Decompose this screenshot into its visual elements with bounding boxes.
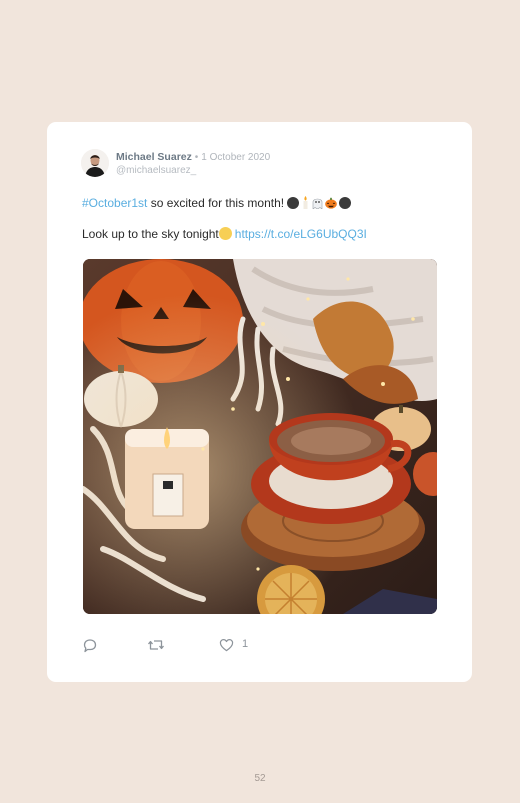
author-separator: •	[194, 152, 199, 163]
tweet-text-line-1: #October1st so excited for this month!	[82, 195, 353, 211]
candle-emoji-icon	[303, 196, 308, 209]
jack-o-lantern-emoji-icon	[325, 197, 338, 209]
hashtag-link[interactable]: #October1st	[82, 196, 147, 210]
post-date[interactable]: 1 October 2020	[201, 152, 270, 163]
like-count: 1	[242, 638, 249, 650]
tweet-text: so excited for this month!	[147, 196, 288, 210]
like-heart-icon[interactable]	[219, 637, 234, 653]
author-line: Michael Suarez • 1 October 2020	[116, 151, 270, 164]
tweet-actions: 1	[82, 637, 282, 653]
retweet-icon[interactable]	[147, 637, 165, 653]
tweet-text: Look up to the sky tonight	[82, 227, 219, 241]
reply-icon[interactable]	[82, 637, 98, 653]
page-number: 52	[254, 773, 266, 784]
tweet-url-link[interactable]: https://t.co/eLG6UbQQ3I	[235, 227, 367, 241]
full-moon-emoji-icon	[218, 227, 232, 240]
author-name[interactable]: Michael Suarez	[116, 151, 192, 163]
tweet-card: Michael Suarez • 1 October 2020 @michael…	[47, 122, 472, 682]
new-moon-emoji-icon	[287, 197, 300, 209]
ghost-emoji-icon	[313, 198, 323, 210]
tweet-photo[interactable]	[83, 259, 437, 614]
author-avatar[interactable]	[81, 149, 109, 177]
author-handle[interactable]: @michaelsuarez_	[116, 165, 196, 177]
tweet-text-line-2: Look up to the sky tonight https://t.co/e…	[82, 226, 367, 242]
new-moon-emoji-icon	[339, 197, 352, 209]
